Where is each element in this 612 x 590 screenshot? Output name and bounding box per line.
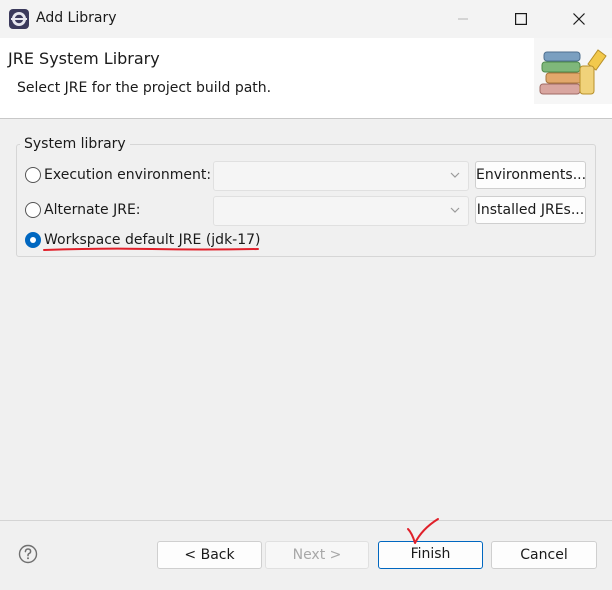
- red-underline-annotation: [43, 247, 259, 251]
- minimize-icon: [458, 18, 468, 20]
- back-button[interactable]: < Back: [157, 541, 262, 569]
- red-checkmark-annotation: [407, 518, 439, 544]
- workspace-default-jre-radio[interactable]: [25, 232, 41, 248]
- execution-environment-radio[interactable]: [25, 167, 41, 183]
- maximize-icon: [515, 13, 527, 25]
- library-books-icon: [534, 38, 612, 104]
- alternate-jre-radio[interactable]: [25, 202, 41, 218]
- execution-environment-combo[interactable]: [213, 161, 469, 191]
- help-icon[interactable]: [18, 544, 38, 564]
- window-title: Add Library: [36, 10, 117, 26]
- close-icon: [573, 13, 585, 25]
- wizard-header: JRE System Library Select JRE for the pr…: [0, 38, 612, 119]
- maximize-button[interactable]: [492, 0, 550, 38]
- close-button[interactable]: [550, 0, 608, 38]
- footer-divider: [0, 520, 612, 521]
- execution-environment-label: Execution environment:: [44, 167, 212, 183]
- next-button[interactable]: Next >: [265, 541, 369, 569]
- chevron-down-icon: [450, 172, 460, 178]
- title-bar: Add Library: [0, 0, 612, 38]
- page-title: JRE System Library: [8, 49, 160, 68]
- alternate-jre-label: Alternate JRE:: [44, 202, 141, 218]
- alternate-jre-combo[interactable]: [213, 196, 469, 226]
- eclipse-icon: [9, 9, 29, 29]
- cancel-button[interactable]: Cancel: [491, 541, 597, 569]
- chevron-down-icon: [450, 207, 460, 213]
- environments-button[interactable]: Environments...: [475, 161, 586, 189]
- group-legend: System library: [20, 136, 130, 152]
- page-description: Select JRE for the project build path.: [17, 80, 272, 96]
- installed-jres-button[interactable]: Installed JREs...: [475, 196, 586, 224]
- minimize-button[interactable]: [434, 0, 492, 38]
